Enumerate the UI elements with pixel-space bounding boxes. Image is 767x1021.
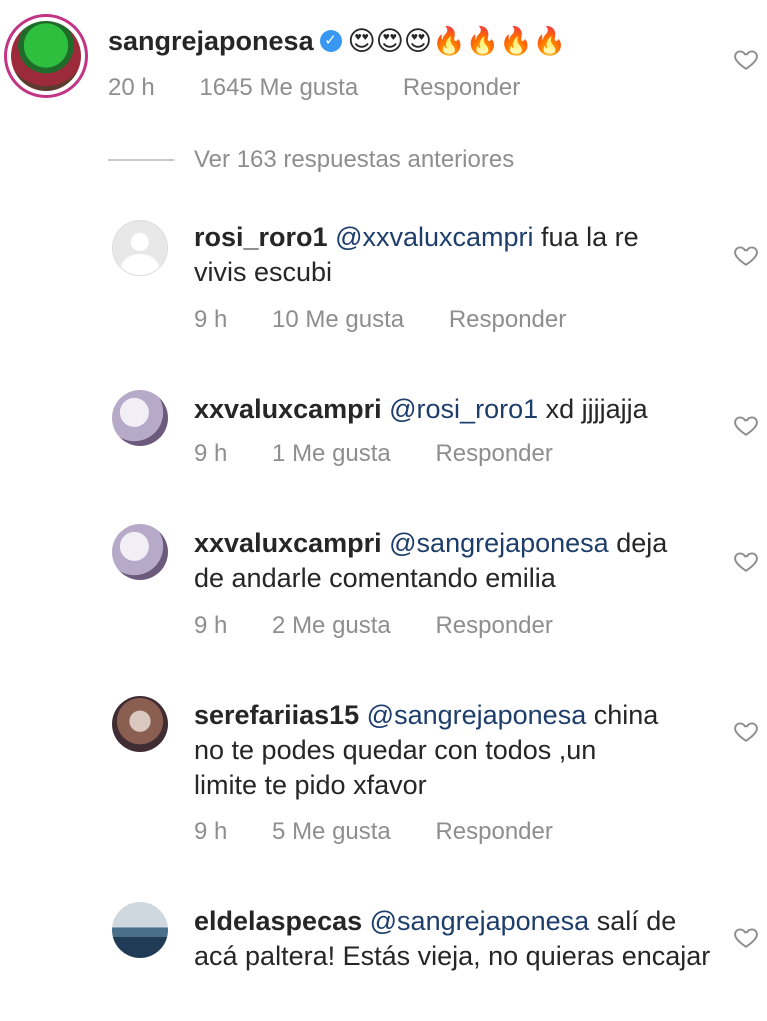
mention-link[interactable]: @sangrejaponesa — [389, 528, 609, 558]
reply-button[interactable]: Responder — [449, 306, 566, 333]
username[interactable]: serefariias15 — [194, 700, 359, 730]
comment-meta: 9 h 2 Me gusta Responder — [194, 612, 591, 640]
avatar[interactable] — [112, 390, 168, 446]
avatar[interactable] — [112, 902, 168, 958]
comment-text: xxvaluxcampri @rosi_roro1 xd jjjjajja — [194, 392, 694, 427]
comment-text: eldelaspecas @sangrejaponesa salí de acá… — [194, 904, 714, 974]
comment-meta: 20 h 1645 Me gusta Responder — [108, 74, 558, 102]
reply-button[interactable]: Responder — [435, 612, 552, 639]
mention-link[interactable]: @sangrejaponesa — [370, 906, 590, 936]
comment-text: serefariias15 @sangrejaponesa china no t… — [194, 698, 664, 803]
reply-button[interactable]: Responder — [435, 440, 552, 467]
likes-count[interactable]: 5 Me gusta — [272, 818, 391, 845]
comment-meta: 9 h 10 Me gusta Responder — [194, 306, 604, 334]
timestamp: 20 h — [108, 74, 155, 101]
divider — [108, 159, 174, 161]
heart-icon[interactable] — [733, 718, 759, 744]
username[interactable]: sangrejaponesa — [108, 26, 314, 56]
avatar[interactable] — [112, 220, 168, 276]
comment-text: sangrejaponesa ✓ 😍😍😍🔥🔥🔥🔥 — [108, 24, 668, 59]
likes-count[interactable]: 1645 Me gusta — [199, 74, 358, 101]
likes-count[interactable]: 10 Me gusta — [272, 306, 404, 333]
heart-icon[interactable] — [733, 548, 759, 574]
heart-icon[interactable] — [733, 412, 759, 438]
timestamp: 9 h — [194, 818, 228, 845]
comment-meta: 9 h 5 Me gusta Responder — [194, 818, 591, 846]
view-previous-label[interactable]: Ver 163 respuestas anteriores — [194, 146, 514, 174]
view-previous-replies[interactable]: Ver 163 respuestas anteriores — [108, 146, 514, 174]
heart-icon[interactable] — [733, 46, 759, 72]
verified-badge-icon: ✓ — [319, 29, 342, 52]
username[interactable]: eldelaspecas — [194, 906, 362, 936]
timestamp: 9 h — [194, 306, 228, 333]
comment-text: rosi_roro1 @xxvaluxcampri fua la re vivi… — [194, 220, 694, 290]
username[interactable]: rosi_roro1 — [194, 222, 328, 252]
timestamp: 9 h — [194, 440, 228, 467]
likes-count[interactable]: 1 Me gusta — [272, 440, 391, 467]
comment-text: xxvaluxcampri @sangrejaponesa deja de an… — [194, 526, 694, 596]
mention-link[interactable]: @sangrejaponesa — [367, 700, 587, 730]
heart-icon[interactable] — [733, 924, 759, 950]
comment-body: 😍😍😍🔥🔥🔥🔥 — [347, 26, 567, 56]
avatar[interactable] — [112, 696, 168, 752]
avatar[interactable] — [4, 14, 88, 98]
reply-button[interactable]: Responder — [435, 818, 552, 845]
reply-button[interactable]: Responder — [403, 74, 520, 101]
timestamp: 9 h — [194, 612, 228, 639]
username[interactable]: xxvaluxcampri — [194, 394, 382, 424]
comment-body: xd jjjjajja — [545, 394, 648, 424]
avatar[interactable] — [112, 524, 168, 580]
heart-icon[interactable] — [733, 242, 759, 268]
comment-meta: 9 h 1 Me gusta Responder — [194, 440, 591, 468]
username[interactable]: xxvaluxcampri — [194, 528, 382, 558]
mention-link[interactable]: @xxvaluxcampri — [335, 222, 533, 252]
mention-link[interactable]: @rosi_roro1 — [389, 394, 538, 424]
likes-count[interactable]: 2 Me gusta — [272, 612, 391, 639]
